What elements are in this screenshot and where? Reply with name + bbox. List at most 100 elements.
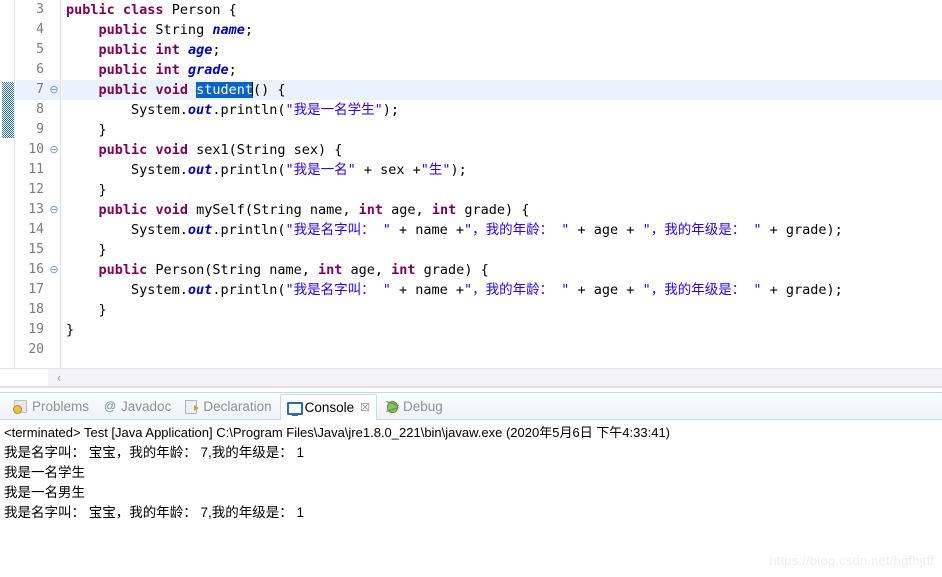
code-line[interactable]: public int age;: [62, 40, 942, 60]
code-token: void: [155, 202, 188, 218]
code-folding-column[interactable]: ⊖ ⊖ ⊖ ⊖: [48, 0, 61, 368]
console-line: 我是名字叫： 宝宝，我的年龄： 7,我的年级是： 1: [4, 505, 305, 520]
code-token: "，我的年级是： ": [642, 282, 762, 298]
code-line[interactable]: public Person(String name, int age, int …: [62, 260, 942, 280]
code-token: int: [155, 62, 180, 78]
tab-debug[interactable]: Debug: [379, 394, 449, 418]
fold-toggle-icon[interactable]: ⊖: [48, 140, 60, 160]
view-tab-bar[interactable]: Problems @ Javadoc Declaration Console ☒ Debug: [0, 393, 942, 420]
csdn-watermark: https://blog.csdn.net/hgfhjtff: [769, 553, 934, 568]
editor-marker-bar[interactable]: [0, 0, 15, 368]
code-token: System.: [66, 282, 188, 298]
code-token: }: [66, 242, 107, 258]
code-token: ;: [244, 22, 253, 38]
java-source-editor[interactable]: 3 4 5 6 7 8 9 10 11 12 13 14 15 16 17 18 19 20 ⊖ ⊖ ⊖ ⊖ publi…: [0, 0, 942, 390]
code-token: grade) {: [456, 202, 530, 218]
code-text-area[interactable]: public class Person { public String name…: [62, 0, 942, 368]
code-token: System.: [66, 102, 188, 118]
close-icon[interactable]: ☒: [360, 401, 370, 414]
code-token: .println(: [212, 102, 286, 118]
code-token: + grade);: [761, 282, 843, 298]
tab-label: Problems: [32, 398, 90, 414]
tab-console[interactable]: Console ☒: [279, 393, 378, 420]
console-line: 我是一名男生: [4, 485, 85, 500]
tab-javadoc[interactable]: @ Javadoc: [97, 394, 177, 418]
code-line[interactable]: [62, 340, 942, 360]
code-token: public: [98, 22, 148, 38]
code-token: out: [187, 162, 213, 178]
code-token: ;: [212, 42, 221, 58]
code-token: age,: [383, 202, 432, 218]
code-token: grade) {: [415, 262, 489, 278]
code-line[interactable]: }: [62, 240, 942, 260]
code-token: "我是名字叫： ": [285, 282, 391, 298]
line-number: 13: [28, 202, 44, 217]
code-token: + sex +: [355, 162, 421, 178]
code-line[interactable]: System.out.println("我是名字叫： " + name +"，我…: [62, 220, 942, 240]
tab-label: Debug: [403, 398, 443, 414]
code-token: int: [317, 262, 343, 278]
code-line[interactable]: public String name;: [62, 20, 942, 40]
code-token: "我是一名": [285, 162, 356, 178]
editor-bottom-divider: [0, 386, 942, 388]
code-token: sex1(String sex) {: [187, 142, 343, 158]
code-token: age,: [342, 262, 392, 278]
code-token: + age +: [569, 222, 643, 238]
line-number: 18: [28, 302, 44, 317]
code-token: System.: [66, 162, 188, 178]
code-token: "，我的年龄： ": [464, 282, 570, 298]
code-token: int: [431, 202, 457, 218]
fold-toggle-icon[interactable]: ⊖: [48, 80, 60, 100]
fold-toggle-icon[interactable]: ⊖: [48, 260, 60, 280]
fold-toggle-icon[interactable]: ⊖: [48, 200, 60, 220]
tab-label: Console: [304, 399, 355, 415]
code-token: grade: [187, 62, 229, 78]
line-number: 8: [36, 102, 44, 117]
code-token: Person {: [163, 2, 237, 18]
console-line: 我是一名学生: [4, 465, 85, 480]
editor-body[interactable]: 3 4 5 6 7 8 9 10 11 12 13 14 15 16 17 18 19 20 ⊖ ⊖ ⊖ ⊖ publi…: [0, 0, 942, 368]
code-line[interactable]: System.out.println("我是一名" + sex +"生");: [62, 160, 942, 180]
change-marker: [2, 82, 14, 138]
code-line[interactable]: System.out.println("我是名字叫： " + name +"，我…: [62, 280, 942, 300]
code-token: System.: [66, 222, 188, 238]
tab-declaration[interactable]: Declaration: [179, 394, 277, 418]
code-line[interactable]: public class Person {: [62, 0, 942, 20]
code-line[interactable]: public void mySelf(String name, int age,…: [62, 200, 942, 220]
code-line[interactable]: public void sex1(String sex) {: [62, 140, 942, 160]
code-token: Person(String name,: [147, 262, 318, 278]
code-line[interactable]: }: [62, 320, 942, 340]
code-line[interactable]: }: [62, 180, 942, 200]
scroll-left-arrow-icon[interactable]: ‹: [50, 369, 68, 386]
view-tab-list[interactable]: Problems @ Javadoc Declaration Console ☒ Debug: [8, 393, 451, 420]
code-token: mySelf(String name,: [187, 202, 359, 218]
code-line[interactable]: public int grade;: [62, 60, 942, 80]
code-line[interactable]: System.out.println("我是一名学生");: [62, 100, 942, 120]
code-token: );: [450, 162, 467, 178]
tab-problems[interactable]: Problems: [8, 394, 95, 418]
code-line[interactable]: }: [62, 120, 942, 140]
editor-horizontal-scrollbar[interactable]: ‹: [0, 368, 942, 386]
code-token: name: [212, 22, 245, 38]
code-line[interactable]: }: [62, 300, 942, 320]
code-token: String: [147, 22, 213, 38]
bottom-view-panel: Problems @ Javadoc Declaration Console ☒ Debug…: [0, 392, 942, 577]
code-line[interactable]: public void student() {: [62, 80, 942, 100]
code-token: + age +: [569, 282, 643, 298]
code-token: void: [155, 82, 188, 98]
code-token: }: [66, 182, 107, 198]
line-number: 11: [28, 162, 44, 177]
